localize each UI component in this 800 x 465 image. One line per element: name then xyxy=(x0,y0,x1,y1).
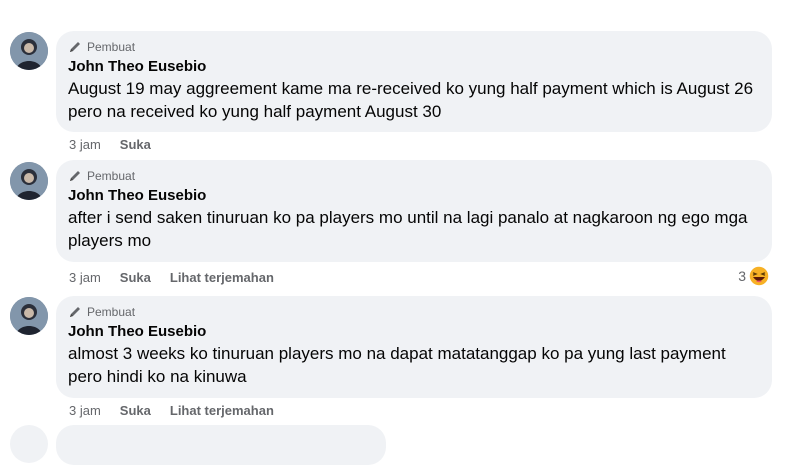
avatar[interactable] xyxy=(10,162,48,200)
haha-emoji-icon xyxy=(748,265,770,287)
badge-label: Pembuat xyxy=(87,40,136,54)
comment-actions: 3 jam Suka Lihat terjemahan xyxy=(69,268,293,286)
author-name[interactable]: John Theo Eusebio xyxy=(68,57,760,77)
comment-text: after i send saken tinuruan ko pa player… xyxy=(68,208,748,250)
author-name[interactable]: John Theo Eusebio xyxy=(68,186,760,206)
author-badge: Pembuat xyxy=(68,304,760,320)
author-badge: Pembuat xyxy=(68,39,760,55)
like-button[interactable]: Suka xyxy=(120,270,151,285)
pencil-icon xyxy=(70,307,80,317)
badge-label: Pembuat xyxy=(87,305,136,319)
see-translation-button[interactable]: Lihat terjemahan xyxy=(170,270,274,285)
see-translation-button[interactable]: Lihat terjemahan xyxy=(170,403,274,418)
badge-label: Pembuat xyxy=(87,169,136,183)
comment-actions: 3 jam Suka xyxy=(69,135,170,153)
reaction-count: 3 xyxy=(738,268,746,284)
next-comment-avatar xyxy=(10,425,48,463)
pencil-icon xyxy=(70,171,80,181)
timestamp[interactable]: 3 jam xyxy=(69,137,101,152)
comment-text: August 19 may aggreement kame ma re-rece… xyxy=(68,79,754,121)
comment-text: almost 3 weeks ko tinuruan players mo na… xyxy=(68,344,726,386)
comment-bubble: Pembuat John Theo Eusebio after i send s… xyxy=(56,160,772,262)
timestamp[interactable]: 3 jam xyxy=(69,270,101,285)
comment-bubble: Pembuat John Theo Eusebio August 19 may … xyxy=(56,31,772,132)
comment-bubble: Pembuat John Theo Eusebio almost 3 weeks… xyxy=(56,296,772,398)
like-button[interactable]: Suka xyxy=(120,137,151,152)
author-badge: Pembuat xyxy=(68,168,760,184)
like-button[interactable]: Suka xyxy=(120,403,151,418)
avatar[interactable] xyxy=(10,297,48,335)
comment-actions: 3 jam Suka Lihat terjemahan xyxy=(69,401,293,419)
author-name[interactable]: John Theo Eusebio xyxy=(68,322,760,342)
next-comment-bubble xyxy=(56,425,386,465)
avatar[interactable] xyxy=(10,32,48,70)
pencil-icon xyxy=(70,42,80,52)
timestamp[interactable]: 3 jam xyxy=(69,403,101,418)
reaction-summary[interactable]: 3 xyxy=(738,265,770,287)
